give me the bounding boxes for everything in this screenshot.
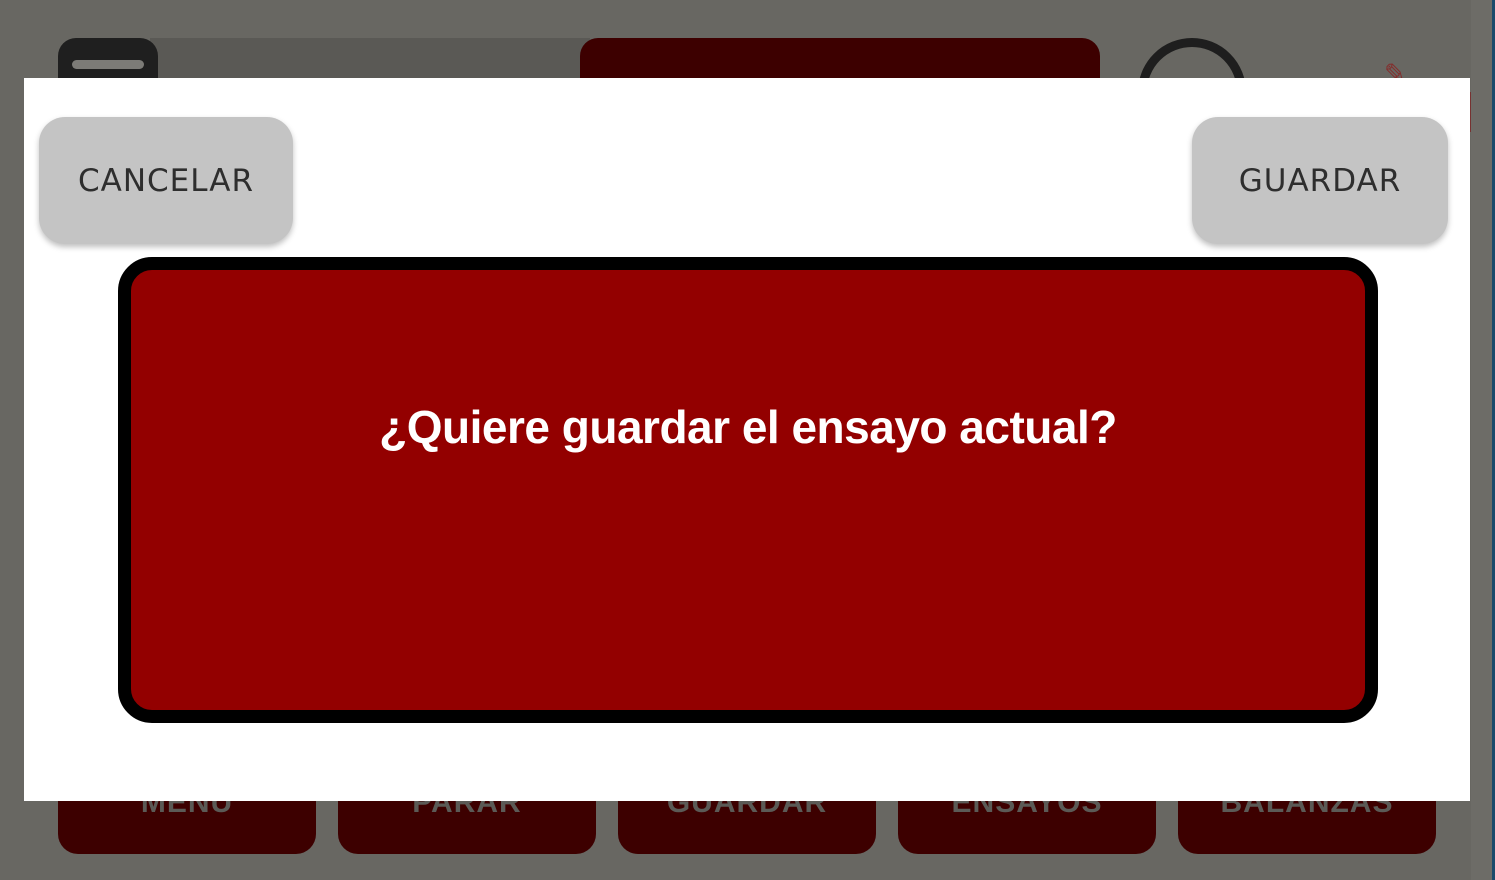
app-screen: ✎ MENU PARAR GUARDAR ENSAYOS BALANZAS CA… xyxy=(0,0,1495,880)
save-button[interactable]: GUARDAR xyxy=(1192,117,1448,244)
message-panel: ¿Quiere guardar el ensayo actual? xyxy=(118,257,1378,723)
save-dialog: CANCELAR GUARDAR ¿Quiere guardar el ensa… xyxy=(24,78,1470,801)
dialog-message: ¿Quiere guardar el ensayo actual? xyxy=(379,401,1117,453)
cancel-button[interactable]: CANCELAR xyxy=(39,117,293,244)
